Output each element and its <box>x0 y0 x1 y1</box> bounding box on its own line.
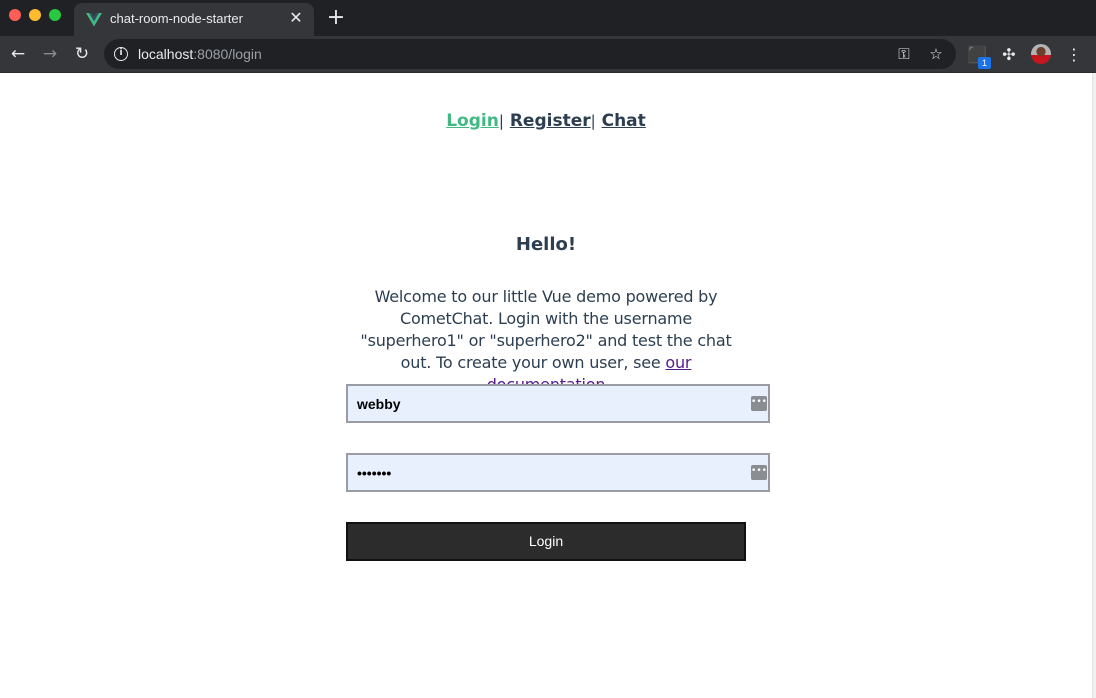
browser-tab-active[interactable]: chat-room-node-starter ✕ <box>74 3 314 36</box>
login-button[interactable]: Login <box>346 522 746 561</box>
password-input[interactable] <box>348 455 768 490</box>
puzzle-icon[interactable]: ✣ <box>998 44 1020 66</box>
extension-badge: 1 <box>978 57 991 69</box>
star-icon[interactable]: ☆ <box>926 44 946 64</box>
menu-dots-icon[interactable]: ⋮ <box>1063 44 1085 66</box>
scrollbar-track[interactable] <box>1092 73 1096 698</box>
address-bar[interactable]: i localhost:8080/login ⚿ ☆ <box>104 39 956 69</box>
page-content: Login| Register| Chat Hello! Welcome to … <box>0 73 1096 698</box>
reload-button[interactable]: ↻ <box>71 43 93 65</box>
maximize-window-button[interactable] <box>49 9 61 21</box>
vue-logo-icon <box>86 13 102 27</box>
forward-button[interactable]: → <box>39 43 61 65</box>
password-field[interactable]: ••• <box>346 453 770 492</box>
username-field[interactable]: ••• <box>346 384 770 423</box>
tab-title: chat-room-node-starter <box>110 11 243 26</box>
info-icon[interactable]: i <box>114 47 128 61</box>
close-window-button[interactable] <box>9 9 21 21</box>
username-input[interactable] <box>348 386 768 421</box>
back-button[interactable]: ← <box>7 43 29 65</box>
key-icon[interactable]: ⚿ <box>894 44 914 64</box>
browser-toolbar: ← → ↻ i localhost:8080/login ⚿ ☆ ⬛ ✣ ⋮ <box>0 36 1096 73</box>
welcome-text: Welcome to our little Vue demo powered b… <box>346 286 746 396</box>
nav-chat-link[interactable]: Chat <box>602 111 646 131</box>
password-manager-icon[interactable]: ••• <box>751 396 767 411</box>
nav-separator: | <box>498 112 504 130</box>
profile-avatar[interactable] <box>1031 44 1051 64</box>
password-manager-icon[interactable]: ••• <box>751 465 767 480</box>
nav-separator: | <box>590 112 596 130</box>
page-title: Hello! <box>515 234 577 255</box>
minimize-window-button[interactable] <box>29 9 41 21</box>
nav-register-link[interactable]: Register <box>510 111 591 131</box>
browser-tab-strip: chat-room-node-starter ✕ + <box>0 0 1096 36</box>
tab-close-icon[interactable]: ✕ <box>287 9 305 27</box>
url-text[interactable]: localhost:8080/login <box>138 46 262 62</box>
nav-login-link[interactable]: Login <box>446 111 499 131</box>
app-nav: Login| Register| Chat <box>0 111 1092 131</box>
new-tab-button[interactable]: + <box>326 6 346 30</box>
